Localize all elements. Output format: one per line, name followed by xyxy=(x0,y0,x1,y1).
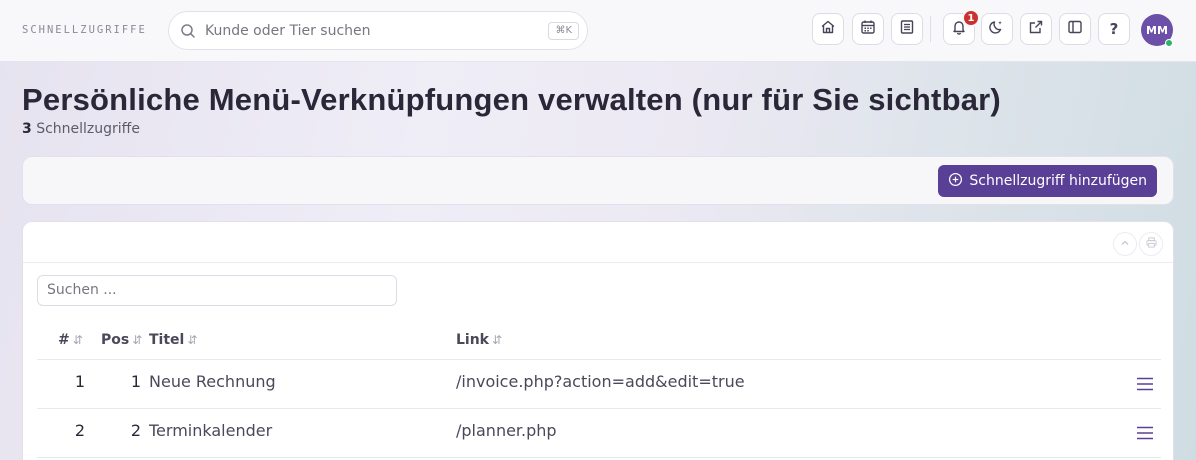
help-icon: ? xyxy=(1109,20,1119,38)
row-id: 2 xyxy=(74,421,85,440)
calendar-icon xyxy=(860,19,876,39)
home-button[interactable] xyxy=(812,13,844,45)
row-divider xyxy=(37,457,1161,458)
theme-toggle-button[interactable] xyxy=(981,13,1013,45)
row-link[interactable]: /invoice.php?action=add&edit=true xyxy=(456,372,745,391)
page-subtitle: 3 Schnellzugriffe xyxy=(22,121,140,137)
help-button[interactable]: ? xyxy=(1098,13,1130,45)
brand-label: SCHNELLZUGRIFFE xyxy=(22,24,147,36)
action-bar: Schnellzugriff hinzufügen xyxy=(22,156,1174,205)
column-header-id[interactable]: # ⇵ xyxy=(58,332,83,348)
print-button[interactable] xyxy=(1139,232,1163,256)
list-button[interactable] xyxy=(891,13,923,45)
column-header-title-label: Titel xyxy=(149,332,185,348)
toolbar-divider xyxy=(930,16,931,42)
table-search-input[interactable]: Suchen ... xyxy=(37,275,397,306)
moon-icon xyxy=(989,19,1005,39)
row-pos: 1 xyxy=(130,372,141,391)
page-title: Persönliche Menü-Verknüpfungen verwalten… xyxy=(22,82,1001,117)
add-shortcut-button[interactable]: Schnellzugriff hinzufügen xyxy=(938,165,1157,197)
online-status-dot xyxy=(1165,39,1173,47)
calendar-button[interactable] xyxy=(852,13,884,45)
sort-icon: ⇵ xyxy=(187,333,198,347)
add-shortcut-label: Schnellzugriff hinzufügen xyxy=(969,173,1147,189)
external-link-button[interactable] xyxy=(1020,13,1052,45)
global-search[interactable]: Kunde oder Tier suchen ⌘K xyxy=(168,11,588,50)
home-icon xyxy=(820,19,836,39)
external-link-icon xyxy=(1028,19,1044,39)
column-header-link-label: Link xyxy=(456,332,489,348)
printer-icon xyxy=(1145,237,1157,251)
column-header-id-label: # xyxy=(58,332,70,348)
row-menu-icon[interactable] xyxy=(1137,425,1153,444)
search-input[interactable]: Kunde oder Tier suchen xyxy=(205,23,371,39)
shortcuts-table-card: Suchen ... # ⇵ Pos ⇵ Titel ⇵ Link ⇵ 1 1 Neue… xyxy=(22,221,1174,460)
collapse-button[interactable] xyxy=(1113,232,1137,256)
row-title: Neue Rechnung xyxy=(149,372,276,391)
sort-icon: ⇵ xyxy=(492,333,503,347)
sidebar-toggle-button[interactable] xyxy=(1059,13,1091,45)
plus-circle-icon xyxy=(948,172,963,191)
top-bar: SCHNELLZUGRIFFE Kunde oder Tier suchen ⌘… xyxy=(0,0,1196,62)
search-icon xyxy=(180,23,196,43)
row-title: Terminkalender xyxy=(149,421,273,440)
sort-icon: ⇵ xyxy=(132,333,143,347)
shortcut-count-label: Schnellzugriffe xyxy=(36,121,140,137)
column-header-pos-label: Pos xyxy=(101,332,130,348)
row-divider xyxy=(37,408,1161,409)
search-shortcut: ⌘K xyxy=(548,22,579,40)
list-icon xyxy=(899,19,915,39)
column-header-pos[interactable]: Pos ⇵ xyxy=(101,332,142,348)
column-header-link[interactable]: Link ⇵ xyxy=(456,332,502,348)
row-id: 1 xyxy=(74,372,85,391)
sort-icon: ⇵ xyxy=(72,333,83,347)
notification-badge: 1 xyxy=(962,9,980,27)
card-header xyxy=(23,222,1173,263)
shortcut-count: 3 xyxy=(22,121,32,137)
chevron-up-icon xyxy=(1120,238,1130,251)
header-divider xyxy=(37,359,1161,360)
column-header-title[interactable]: Titel ⇵ xyxy=(149,332,197,348)
row-link[interactable]: /planner.php xyxy=(456,421,557,440)
row-pos: 2 xyxy=(130,421,141,440)
sidebar-icon xyxy=(1067,19,1083,39)
row-menu-icon[interactable] xyxy=(1137,376,1153,395)
